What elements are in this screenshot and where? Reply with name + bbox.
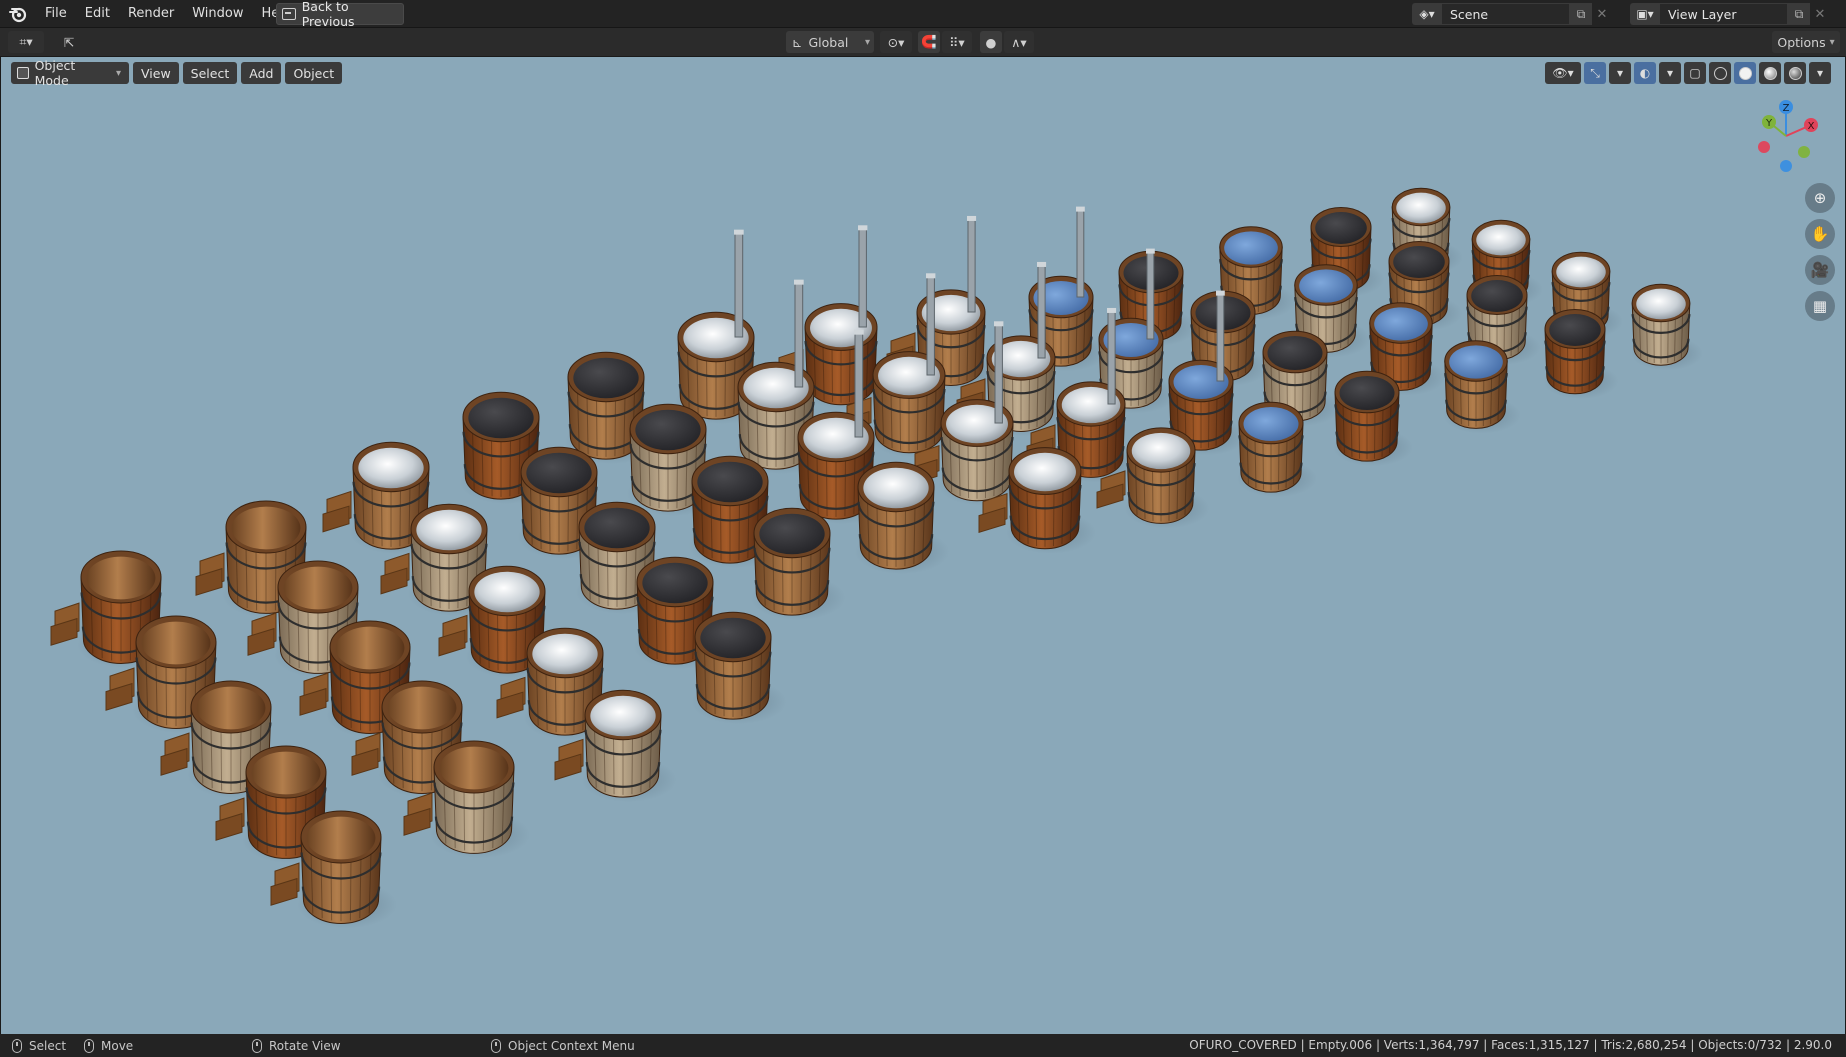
mouse-left-icon — [12, 1038, 22, 1053]
menu-window[interactable]: Window — [183, 0, 252, 28]
back-to-previous-button[interactable]: Back to Previous — [276, 0, 404, 29]
gizmo-toggle-icon[interactable]: ⤡ — [1584, 62, 1606, 84]
neg-y-axis-icon[interactable] — [1798, 146, 1810, 158]
svg-text:X: X — [1808, 121, 1815, 132]
shading-dropdown-icon[interactable]: ▾ — [1809, 62, 1831, 84]
pivot-point-icon[interactable]: ⊙▾ — [880, 31, 912, 53]
scene-name-field[interactable]: Scene — [1442, 3, 1570, 25]
back-to-previous-label: Back to Previous — [301, 0, 355, 29]
options-label: Options — [1777, 34, 1826, 50]
camera-icon[interactable]: 🎥 — [1805, 255, 1835, 285]
material-preview-shading-icon[interactable] — [1759, 62, 1781, 84]
visibility-eye-icon[interactable]: 👁▾ — [1545, 62, 1581, 84]
mouse-middle-icon — [252, 1038, 262, 1053]
status-move-hint: Move — [84, 1034, 133, 1057]
scene-statistics: OFURO_COVERED | Empty.006 | Verts:1,364,… — [1189, 1038, 1832, 1052]
perspective-grid-icon[interactable]: ▦ — [1805, 291, 1835, 321]
pan-hand-icon[interactable]: ✋ — [1805, 219, 1835, 249]
status-select-hint: Select — [12, 1034, 66, 1057]
object-mode-icon — [17, 67, 29, 79]
menu-select[interactable]: Select — [182, 62, 238, 84]
status-context-hint: Object Context Menu — [491, 1034, 635, 1057]
solid-shading-icon[interactable] — [1734, 62, 1756, 84]
gizmo-dropdown-icon[interactable]: ▾ — [1609, 62, 1631, 84]
overlays-dropdown-icon[interactable]: ▾ — [1659, 62, 1681, 84]
status-rotate-hint: Rotate View — [252, 1034, 341, 1057]
tool-header: ⌗▾ ⇱ ⊾ Global ▾ ⊙▾ 🧲 ⠿▾ ● ∧▾ Options ▾ — [0, 28, 1846, 57]
wireframe-shading-icon[interactable] — [1709, 62, 1731, 84]
chevron-down-icon: ▾ — [864, 36, 870, 48]
proportional-editing-icon[interactable]: ● — [980, 31, 1002, 53]
view-layer-browse-icon[interactable]: ▣▾ — [1630, 3, 1660, 25]
top-menu-bar: File Edit Render Window Help Back to Pre… — [0, 0, 1846, 29]
menu-render[interactable]: Render — [119, 0, 183, 28]
scene-selector: ◈▾ Scene ⧉ ✕ — [1412, 3, 1612, 25]
menu-edit[interactable]: Edit — [76, 0, 119, 28]
neg-x-axis-icon[interactable] — [1758, 141, 1770, 153]
overlays-toggle-icon[interactable]: ◐ — [1634, 62, 1656, 84]
snap-target-icon[interactable]: ⠿▾ — [942, 31, 972, 53]
options-dropdown[interactable]: Options ▾ — [1772, 31, 1840, 53]
editor-type-icon[interactable]: ⌗▾ — [8, 31, 44, 53]
new-scene-icon[interactable]: ⧉ — [1570, 3, 1592, 25]
navigation-gizmo[interactable]: Z X Y — [1747, 97, 1825, 175]
menu-add[interactable]: Add — [241, 62, 282, 84]
status-bar: Select Move Rotate View Object Context M… — [0, 1034, 1846, 1057]
context-hint-label: Object Context Menu — [508, 1038, 635, 1053]
orientation-axis-icon: ⊾ — [792, 34, 803, 50]
menu-object[interactable]: Object — [285, 62, 343, 84]
view-layer-selector: ▣▾ View Layer ⧉ ✕ — [1630, 3, 1830, 25]
view-layer-name-field[interactable]: View Layer — [1660, 3, 1788, 25]
3d-viewport[interactable]: Object Mode ▾ View Select Add Object 👁▾ … — [0, 57, 1846, 1034]
svg-text:Z: Z — [1783, 103, 1790, 114]
mouse-drag-icon — [84, 1038, 94, 1053]
falloff-icon[interactable]: ∧▾ — [1004, 31, 1034, 53]
chevron-down-icon: ▾ — [1829, 36, 1835, 48]
new-view-layer-icon[interactable]: ⧉ — [1788, 3, 1810, 25]
zoom-icon[interactable]: ⊕ — [1805, 183, 1835, 213]
xray-toggle-icon[interactable]: ▢ — [1684, 62, 1706, 84]
delete-scene-icon[interactable]: ✕ — [1592, 3, 1612, 25]
move-hint-label: Move — [101, 1038, 134, 1053]
viewport-header: Object Mode ▾ View Select Add Object — [11, 58, 343, 88]
scene-browse-icon[interactable]: ◈▾ — [1412, 3, 1442, 25]
svg-text:Y: Y — [1765, 118, 1773, 129]
scene-render — [50, 187, 1703, 929]
navigation-tools: ⊕ ✋ 🎥 ▦ — [1805, 183, 1835, 321]
select-hint-label: Select — [29, 1038, 67, 1053]
back-screen-icon — [282, 8, 296, 20]
rotate-hint-label: Rotate View — [269, 1038, 341, 1053]
blender-logo-icon[interactable] — [8, 4, 28, 24]
chevron-down-icon: ▾ — [115, 67, 121, 79]
interaction-mode-dropdown[interactable]: Object Mode ▾ — [11, 58, 129, 88]
select-tool-icon[interactable]: ⇱ — [56, 31, 82, 53]
menu-view[interactable]: View — [133, 62, 179, 84]
delete-view-layer-icon[interactable]: ✕ — [1810, 3, 1830, 25]
mouse-right-icon — [491, 1038, 501, 1053]
neg-z-axis-icon[interactable] — [1780, 160, 1792, 172]
interaction-mode-value: Object Mode — [34, 58, 76, 88]
rendered-shading-icon[interactable] — [1784, 62, 1806, 84]
transform-orientation-dropdown[interactable]: ⊾ Global ▾ — [786, 31, 874, 53]
snap-toggle-icon[interactable]: 🧲 — [918, 31, 940, 53]
main-menus: File Edit Render Window Help — [36, 0, 300, 28]
transform-orientation-value: Global — [808, 34, 849, 50]
viewport-shading-bar: 👁▾ ⤡ ▾ ◐ ▾ ▢ ▾ — [1545, 62, 1831, 84]
menu-file[interactable]: File — [36, 0, 76, 28]
